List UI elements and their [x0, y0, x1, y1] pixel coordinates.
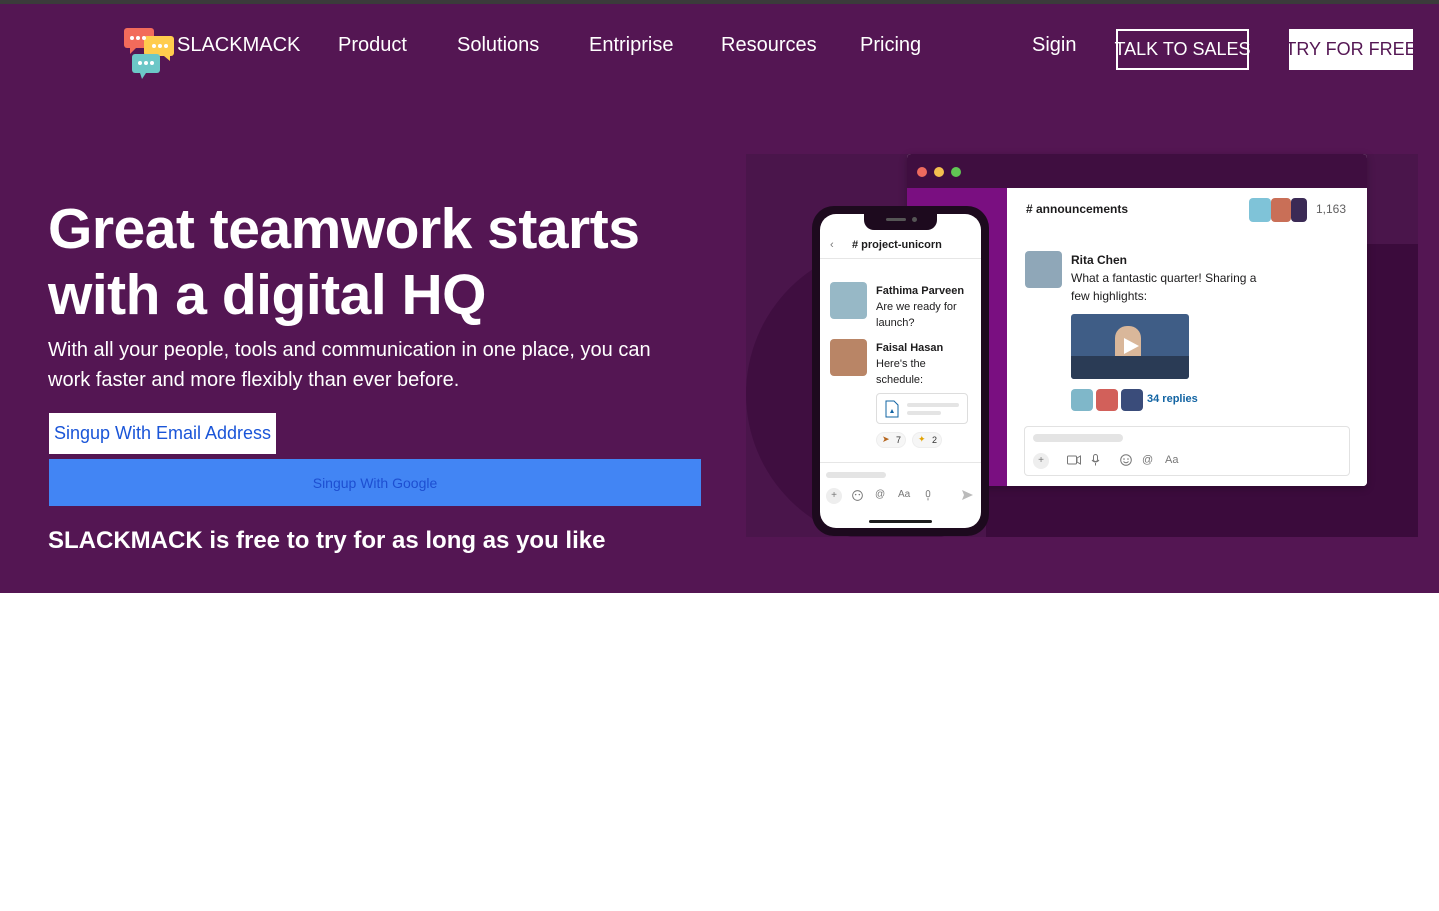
window-titlebar: [907, 154, 1367, 188]
minimize-dot-icon: [934, 167, 944, 177]
format-icon: Aa: [1165, 454, 1179, 466]
nav-product[interactable]: Product: [338, 34, 407, 57]
reaction-sparkle: ✦ 2: [912, 432, 942, 448]
composer-placeholder: [1033, 434, 1123, 442]
member-count: 1,163: [1316, 202, 1347, 216]
reaction-count: 2: [932, 435, 938, 445]
file-attachment: [876, 393, 968, 424]
mic-icon: [925, 490, 931, 501]
mic-icon: [1091, 454, 1100, 466]
message-author: Rita Chen: [1071, 253, 1128, 267]
signup-google-button[interactable]: Singup With Google: [49, 459, 701, 506]
signup-email-button[interactable]: Singup With Email Address: [49, 413, 276, 454]
user-avatar: [830, 282, 867, 319]
video-icon: [1067, 455, 1081, 465]
talk-to-sales-button[interactable]: TALK TO SALES: [1114, 29, 1251, 70]
message-author: Faisal Hasan: [876, 342, 944, 354]
try-for-free-button[interactable]: TRY FOR FREE: [1285, 29, 1417, 70]
message-author: Fathima Parveen: [876, 285, 965, 297]
chat-bubbles-icon[interactable]: [124, 28, 178, 80]
video-thumbnail: [1071, 314, 1189, 379]
reply-avatar: [1096, 389, 1118, 411]
send-icon: [962, 490, 973, 500]
message-text: What a fantastic quarter! Sharing a: [1071, 271, 1257, 285]
play-icon: [1124, 338, 1139, 354]
message-text: launch?: [876, 317, 915, 329]
brand-name[interactable]: SLACKMACK: [177, 34, 300, 57]
nav-solutions[interactable]: Solutions: [457, 34, 539, 57]
message-text: Here's the: [876, 358, 926, 370]
composer-placeholder: [826, 472, 886, 478]
channel-view: # announcements 1,163 Rita Chen What a f…: [1007, 188, 1367, 486]
phone-notch: [864, 214, 937, 230]
headline-line-2: with a digital HQ: [48, 263, 487, 327]
mobile-app-mockup: ‹ # project-unicorn Fathima Parveen Are …: [812, 206, 989, 536]
reaction-rocket: ➤ 7: [876, 432, 906, 448]
page-title: Great teamwork starts with a digital HQ: [48, 196, 688, 328]
free-trial-note: SLACKMACK is free to try for as long as …: [48, 527, 606, 554]
member-avatar: [1291, 198, 1307, 222]
emoji-icon: [852, 490, 863, 501]
nav-resources[interactable]: Resources: [721, 34, 817, 57]
user-avatar: [1025, 251, 1062, 288]
close-dot-icon: [917, 167, 927, 177]
back-chevron-icon: ‹: [830, 239, 834, 251]
message-composer: + @ Aa: [1024, 426, 1350, 476]
replies-link: 34 replies: [1147, 393, 1198, 405]
member-avatar: [1249, 198, 1271, 222]
member-avatar: [1271, 198, 1291, 222]
phone-channel-name: # project-unicorn: [852, 239, 942, 251]
nav-enterprise[interactable]: Entriprise: [589, 34, 673, 57]
phone-screen: ‹ # project-unicorn Fathima Parveen Are …: [820, 214, 981, 528]
plus-icon: +: [1033, 453, 1049, 469]
sparkle-icon: ✦: [918, 434, 926, 444]
message-text: Are we ready for: [876, 301, 957, 313]
mention-icon: @: [875, 489, 886, 500]
document-icon: [885, 400, 899, 418]
channel-name: # announcements: [1026, 202, 1129, 216]
nav-pricing[interactable]: Pricing: [860, 34, 921, 57]
signin-link[interactable]: Sigin: [1032, 34, 1076, 57]
format-icon: Aa: [898, 489, 911, 500]
message-text: few highlights:: [1071, 289, 1148, 303]
reply-avatar: [1121, 389, 1143, 411]
reply-avatar: [1071, 389, 1093, 411]
rocket-icon: ➤: [882, 434, 890, 444]
reaction-count: 7: [896, 435, 902, 445]
maximize-dot-icon: [951, 167, 961, 177]
user-avatar: [830, 339, 867, 376]
hero-subtext: With all your people, tools and communic…: [48, 339, 651, 391]
message-text: schedule:: [876, 374, 924, 386]
home-indicator: [869, 520, 932, 523]
headline-line-1: Great teamwork starts: [48, 197, 640, 261]
mention-icon: @: [1142, 454, 1154, 466]
emoji-icon: [1120, 454, 1132, 466]
plus-icon: +: [826, 488, 842, 504]
